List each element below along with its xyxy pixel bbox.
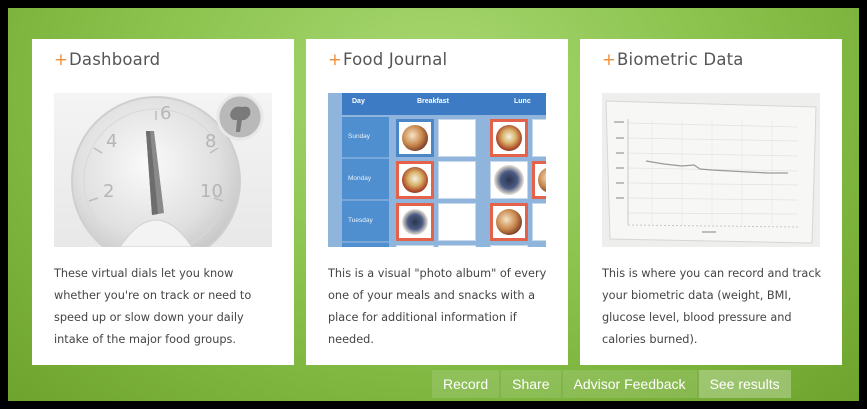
dashboard-title: +Dashboard — [54, 50, 160, 69]
dial-label-2: 2 — [103, 181, 115, 202]
dial-label-4: 4 — [106, 131, 118, 152]
dashboard-title-text: Dashboard — [69, 50, 161, 69]
header-breakfast: Breakfast — [417, 98, 449, 105]
meal-photo[interactable] — [490, 203, 528, 241]
dial-label-10: 10 — [200, 181, 223, 202]
biometric-title: +Biometric Data — [602, 50, 744, 69]
advisor-feedback-button[interactable]: Advisor Feedback — [562, 370, 699, 398]
meal-empty[interactable] — [438, 245, 476, 247]
day-monday-label: Monday — [348, 175, 372, 182]
day-sunday: Sunday — [342, 117, 389, 159]
meal-empty[interactable] — [532, 203, 546, 241]
meal-empty[interactable] — [490, 245, 528, 247]
header-day: Day — [352, 98, 365, 105]
meal-empty[interactable] — [438, 119, 476, 157]
promo-panel: +Dashboard 6 4 8 2 10 These virtual dial… — [8, 8, 859, 401]
meal-photo[interactable] — [490, 161, 528, 199]
biometric-chart-image — [602, 93, 820, 247]
food-journal-image: Day Breakfast Lunc Sunday Monday Tuesday — [328, 93, 546, 247]
dashboard-card: +Dashboard 6 4 8 2 10 These virtual dial… — [32, 39, 294, 365]
biometric-card: +Biometric Data This is where you can re… — [580, 39, 842, 365]
dial-label-6: 6 — [160, 103, 172, 124]
meal-empty[interactable] — [532, 119, 546, 157]
plus-icon: + — [54, 50, 69, 69]
see-results-button[interactable]: See results — [698, 370, 791, 398]
food-journal-description: This is a visual "photo album" of every … — [328, 267, 547, 346]
meal-empty[interactable] — [396, 245, 434, 247]
food-journal-title: +Food Journal — [328, 50, 447, 69]
dial-label-8: 8 — [205, 131, 217, 152]
day-tuesday: Tuesday — [342, 201, 389, 243]
meal-photo[interactable] — [532, 161, 546, 199]
meal-photo[interactable] — [396, 203, 434, 241]
biometric-description: This is where you can record and track y… — [602, 267, 822, 346]
meal-empty[interactable] — [438, 203, 476, 241]
bottom-nav: Record Share Advisor Feedback See result… — [432, 370, 791, 398]
record-button[interactable]: Record — [432, 370, 502, 398]
header-lunch: Lunc — [514, 98, 531, 105]
day-tuesday-label: Tuesday — [348, 217, 373, 224]
food-journal-title-text: Food Journal — [343, 50, 448, 69]
day-next — [342, 243, 389, 247]
meal-photo[interactable] — [490, 119, 528, 157]
biometric-title-text: Biometric Data — [617, 50, 744, 69]
share-button[interactable]: Share — [501, 370, 563, 398]
biometric-chart-graphic — [605, 100, 817, 244]
meal-photo[interactable] — [396, 119, 434, 157]
food-journal-card: +Food Journal Day Breakfast Lunc Sunday … — [306, 39, 568, 365]
dashboard-description: These virtual dials let you know whether… — [54, 267, 252, 346]
day-monday: Monday — [342, 159, 389, 201]
plus-icon: + — [602, 50, 617, 69]
day-sunday-label: Sunday — [348, 133, 371, 140]
meal-photo[interactable] — [396, 161, 434, 199]
dashboard-dial-image: 6 4 8 2 10 — [54, 93, 272, 247]
meal-empty[interactable] — [438, 161, 476, 199]
plus-icon: + — [328, 50, 343, 69]
